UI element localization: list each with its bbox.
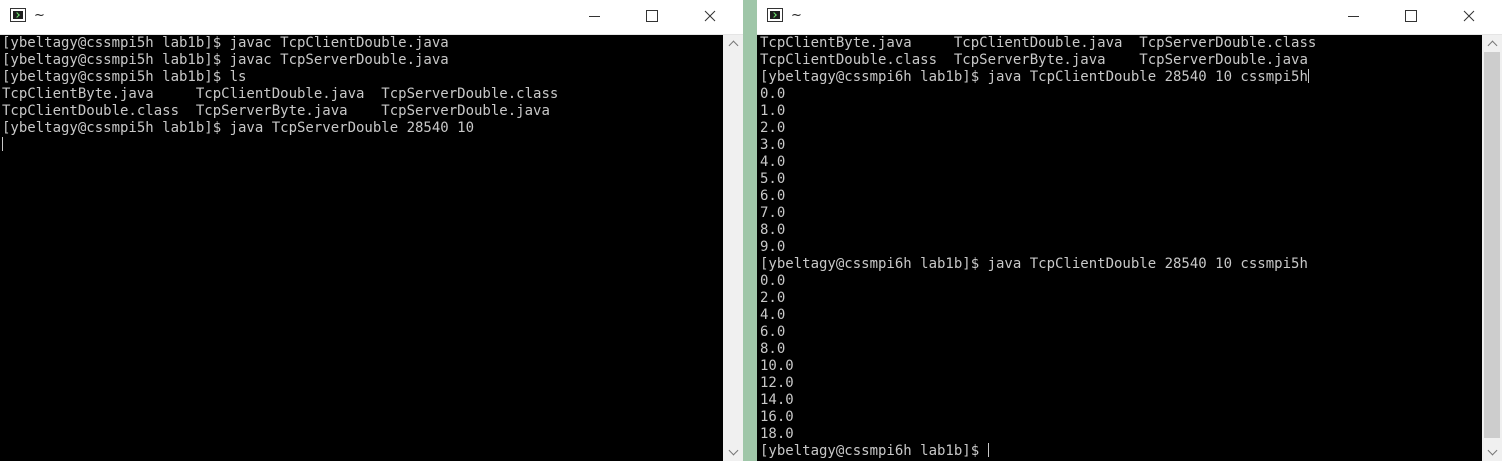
minimize-icon bbox=[1347, 15, 1359, 17]
terminal-line: TcpClientDouble.class TcpServerByte.java… bbox=[760, 52, 1308, 68]
terminal-line: 7.0 bbox=[760, 205, 786, 221]
terminal-line: 8.0 bbox=[760, 222, 786, 238]
terminal-cursor-line bbox=[0, 137, 723, 154]
minimize-button[interactable] bbox=[571, 0, 617, 32]
scroll-up-arrow-icon[interactable] bbox=[723, 35, 743, 52]
terminal-line: [ybeltagy@cssmpi6h lab1b]$ bbox=[757, 443, 1482, 460]
terminal-line: 8.0 bbox=[760, 341, 786, 357]
scroll-up-arrow-icon[interactable] bbox=[1482, 35, 1502, 52]
title-bar[interactable]: ~ bbox=[0, 0, 743, 35]
scroll-down-arrow-icon[interactable] bbox=[723, 444, 743, 461]
text-cursor bbox=[2, 137, 3, 151]
terminal-window-right[interactable]: ~ TcpClientByte.java TcpClientDouble.jav… bbox=[757, 0, 1502, 461]
vertical-scrollbar[interactable] bbox=[1482, 35, 1502, 461]
window-title: ~ bbox=[34, 8, 45, 23]
title-bar[interactable]: ~ bbox=[757, 0, 1502, 35]
terminal-line: TcpClientDouble.class TcpServerByte.java… bbox=[2, 103, 550, 119]
scrollbar-thumb[interactable] bbox=[725, 52, 741, 444]
terminal-line: 10.0 bbox=[760, 358, 794, 374]
vertical-scrollbar[interactable] bbox=[723, 35, 743, 461]
terminal-icon bbox=[10, 8, 26, 22]
close-icon bbox=[704, 10, 716, 22]
maximize-button[interactable] bbox=[629, 0, 675, 32]
maximize-button[interactable] bbox=[1388, 0, 1434, 32]
scroll-down-arrow-icon[interactable] bbox=[1482, 444, 1502, 461]
terminal-line: 9.0 bbox=[760, 239, 786, 255]
terminal-prompt-text: [ybeltagy@cssmpi6h lab1b]$ bbox=[760, 443, 988, 459]
scrollbar-thumb[interactable] bbox=[1484, 52, 1500, 438]
terminal-line: 5.0 bbox=[760, 171, 786, 187]
close-button[interactable] bbox=[1446, 0, 1492, 32]
minimize-button[interactable] bbox=[1330, 0, 1376, 32]
terminal-line: 1.0 bbox=[760, 103, 786, 119]
terminal-line: [ybeltagy@cssmpi6h lab1b]$ java TcpClien… bbox=[757, 69, 1482, 86]
terminal-line: 4.0 bbox=[760, 154, 786, 170]
terminal-line: 2.0 bbox=[760, 290, 786, 306]
maximize-icon bbox=[1405, 10, 1417, 22]
window-title: ~ bbox=[791, 8, 802, 23]
terminal-line: 16.0 bbox=[760, 409, 794, 425]
terminal-line: 4.0 bbox=[760, 307, 786, 323]
terminal-line: 18.0 bbox=[760, 426, 794, 442]
terminal-command-text: [ybeltagy@cssmpi6h lab1b]$ java TcpClien… bbox=[760, 69, 1308, 85]
terminal-output[interactable]: [ybeltagy@cssmpi5h lab1b]$ javac TcpClie… bbox=[0, 35, 723, 461]
terminal-line: 6.0 bbox=[760, 324, 786, 340]
terminal-line: [ybeltagy@cssmpi5h lab1b]$ javac TcpServ… bbox=[2, 52, 449, 68]
minimize-icon bbox=[588, 15, 600, 17]
terminal-line: 2.0 bbox=[760, 120, 786, 136]
terminal-line: 6.0 bbox=[760, 188, 786, 204]
terminal-line: TcpClientByte.java TcpClientDouble.java … bbox=[2, 86, 559, 102]
terminal-line: 0.0 bbox=[760, 86, 786, 102]
terminal-line: 0.0 bbox=[760, 273, 786, 289]
close-button[interactable] bbox=[687, 0, 733, 32]
terminal-output[interactable]: TcpClientByte.java TcpClientDouble.java … bbox=[757, 35, 1482, 461]
terminal-window-left[interactable]: ~ [ybeltagy@cssmpi5h lab1b]$ javac TcpCl… bbox=[0, 0, 743, 461]
terminal-line: TcpClientByte.java TcpClientDouble.java … bbox=[760, 35, 1317, 51]
maximize-icon bbox=[646, 10, 658, 22]
terminal-icon bbox=[767, 8, 783, 22]
close-icon bbox=[1463, 10, 1475, 22]
terminal-line: [ybeltagy@cssmpi5h lab1b]$ ls bbox=[2, 69, 247, 85]
text-cursor bbox=[987, 443, 989, 457]
terminal-line: [ybeltagy@cssmpi6h lab1b]$ java TcpClien… bbox=[760, 256, 1308, 272]
terminal-line: 14.0 bbox=[760, 392, 794, 408]
text-cursor bbox=[1307, 69, 1309, 83]
terminal-line: 3.0 bbox=[760, 137, 786, 153]
terminal-line: [ybeltagy@cssmpi5h lab1b]$ javac TcpClie… bbox=[2, 35, 449, 51]
terminal-line: 12.0 bbox=[760, 375, 794, 391]
terminal-line: [ybeltagy@cssmpi5h lab1b]$ java TcpServe… bbox=[2, 120, 475, 136]
